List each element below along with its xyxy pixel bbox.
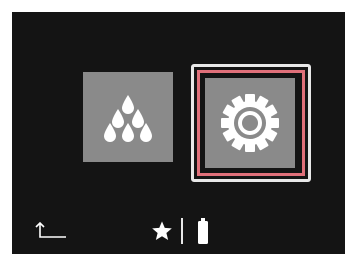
device-screen [12,12,345,254]
water-menu-tile[interactable] [83,72,173,162]
settings-selection-frame[interactable] [191,64,311,182]
water-drops-icon [104,95,152,142]
gear-icon [221,94,279,152]
settings-menu-tile[interactable] [205,78,295,168]
back-arrow-icon[interactable] [34,220,68,240]
status-divider [181,218,183,244]
status-bar [12,210,345,254]
settings-selection-highlight [197,70,305,176]
star-icon[interactable] [151,220,173,242]
battery-icon [198,218,208,244]
